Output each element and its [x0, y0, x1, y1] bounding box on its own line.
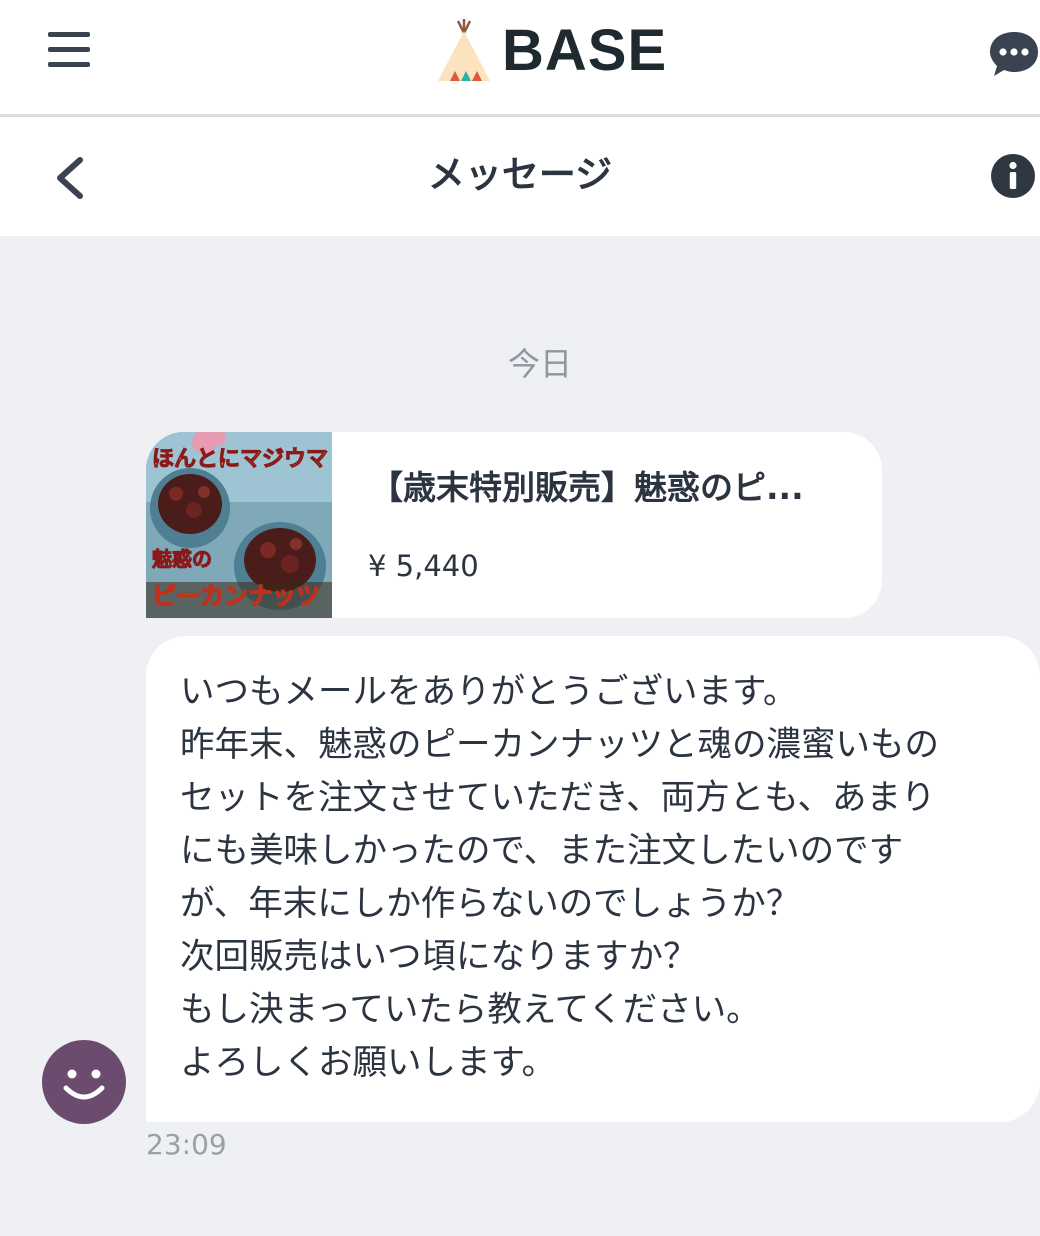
product-card[interactable]: ほんとにマジウマ 魅惑の ピーカンナッツ 【歳末特別販売】魅惑のピ... ¥ 5…	[146, 432, 882, 618]
thumbnail-caption-2: 魅惑の	[152, 547, 212, 571]
chat-bubble-icon[interactable]	[988, 28, 1040, 80]
base-logo[interactable]: BASE	[436, 18, 667, 84]
message-line: もし決まっていたら教えてください。	[180, 990, 761, 1030]
message-line: が、年末にしか作らないのでしょうか？	[180, 884, 801, 924]
product-title: 【歳末特別販売】魅惑のピ...	[370, 468, 804, 507]
top-bar: BASE	[0, 0, 1040, 117]
thumbnail-caption-3: ピーカンナッツ	[152, 582, 320, 610]
message-line: にも美味しかったので、また注文したいのです	[180, 831, 904, 871]
teepee-icon	[438, 19, 490, 81]
product-price: ¥ 5,440	[368, 549, 479, 583]
message-line: セットを注文させていただき、両方とも、あまり	[180, 778, 936, 818]
thumbnail-caption-1: ほんとにマジウマ	[152, 447, 328, 472]
message-line: 昨年末、魅惑のピーカンナッツと魂の濃蜜いもの	[180, 725, 939, 765]
product-thumbnail: ほんとにマジウマ 魅惑の ピーカンナッツ	[146, 432, 332, 618]
message-timestamp: 23:09	[146, 1128, 227, 1161]
page-title: メッセージ	[427, 153, 613, 196]
smiley-avatar-icon[interactable]	[42, 1040, 126, 1124]
brand-name: BASE	[502, 18, 668, 83]
message-line: 次回販売はいつ頃になりますか？	[180, 937, 698, 977]
message-line: よろしくお願いします。	[180, 1043, 557, 1083]
message-text: いつもメールをありがとうございます。 昨年末、魅惑のピーカンナッツと魂の濃蜜いも…	[180, 666, 1020, 1090]
message-bubble: いつもメールをありがとうございます。 昨年末、魅惑のピーカンナッツと魂の濃蜜いも…	[146, 636, 1040, 1122]
day-separator: 今日	[507, 345, 572, 383]
message-line: いつもメールをありがとうございます。	[180, 672, 798, 712]
info-icon[interactable]	[990, 153, 1036, 199]
hamburger-icon[interactable]	[48, 32, 90, 72]
